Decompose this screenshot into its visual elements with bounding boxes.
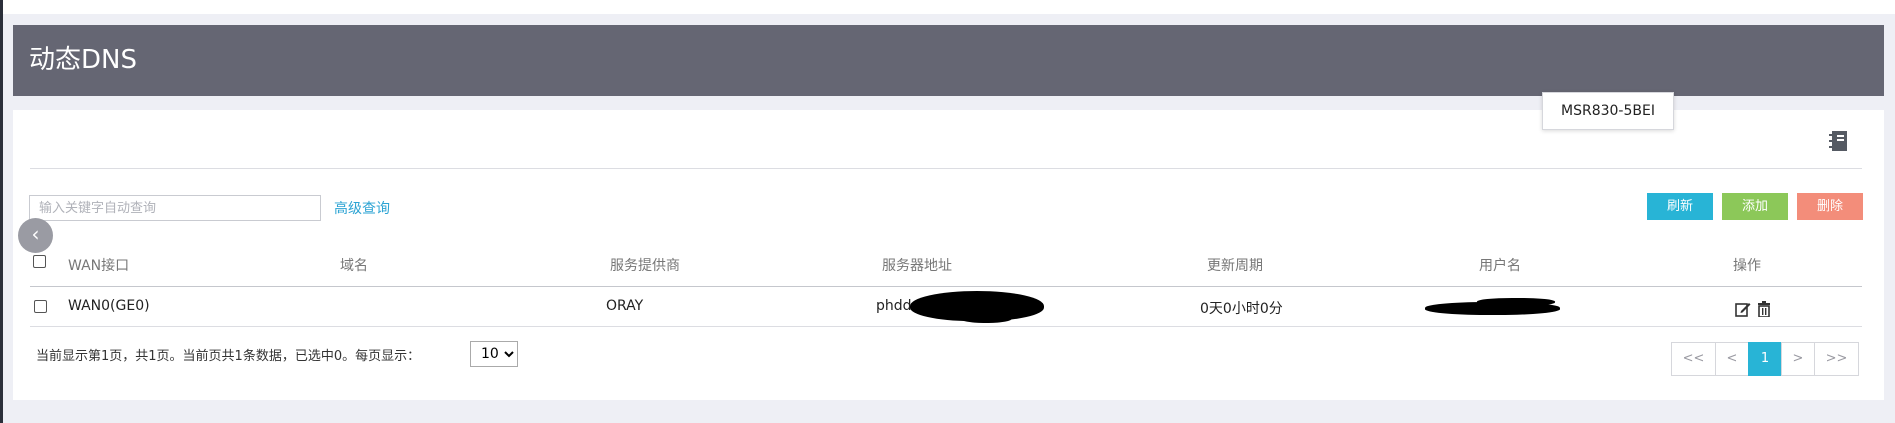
table-header-divider xyxy=(30,286,1862,287)
row-checkbox[interactable] xyxy=(34,300,47,313)
page-title: 动态DNS xyxy=(29,45,137,75)
table-row-divider xyxy=(30,326,1862,327)
search-input[interactable] xyxy=(29,195,321,221)
toolbar-divider xyxy=(30,168,1862,169)
last-page-button[interactable]: >> xyxy=(1814,342,1859,376)
page-size-select[interactable]: 10 xyxy=(470,341,518,367)
refresh-button[interactable]: 刷新 xyxy=(1647,193,1713,220)
column-header-period: 更新周期 xyxy=(1207,258,1263,274)
chevron-left-icon: ‹ xyxy=(31,222,40,246)
page-header: 动态DNS xyxy=(13,25,1884,96)
device-tooltip: MSR830-5BEI xyxy=(1542,92,1674,130)
advanced-search-link[interactable]: 高级查询 xyxy=(334,198,390,218)
column-header-wan: WAN接口 xyxy=(68,258,130,274)
next-page-button[interactable]: > xyxy=(1781,342,1815,376)
cell-period: 0天0小时0分 xyxy=(1200,301,1283,317)
delete-button[interactable]: 删除 xyxy=(1797,193,1863,220)
column-header-actions: 操作 xyxy=(1733,258,1761,274)
column-header-provider: 服务提供商 xyxy=(610,258,680,274)
select-all-checkbox[interactable] xyxy=(33,255,46,268)
first-page-button[interactable]: << xyxy=(1671,342,1716,376)
column-header-domain: 域名 xyxy=(340,258,368,274)
pagination: << < 1 > >> xyxy=(1671,342,1859,376)
left-edge xyxy=(0,0,3,423)
pagination-summary: 当前显示第1页，共1页。当前页共1条数据，已选中0。每页显示： xyxy=(36,349,421,364)
bottom-strip xyxy=(3,409,1895,423)
edit-icon[interactable] xyxy=(1735,301,1751,317)
top-strip xyxy=(3,0,1895,14)
cell-provider: ORAY xyxy=(606,298,644,314)
column-header-username: 用户名 xyxy=(1479,258,1521,274)
current-page-button[interactable]: 1 xyxy=(1748,342,1782,376)
redaction-mark xyxy=(960,313,1012,323)
cell-server: phdd xyxy=(876,298,912,314)
notebook-icon[interactable] xyxy=(1829,131,1847,151)
prev-page-button[interactable]: < xyxy=(1715,342,1749,376)
column-header-server: 服务器地址 xyxy=(882,258,952,274)
collapse-sidebar-button[interactable]: ‹ xyxy=(18,218,53,253)
redaction-mark xyxy=(1477,298,1555,306)
add-button[interactable]: 添加 xyxy=(1722,193,1788,220)
trash-icon[interactable] xyxy=(1756,301,1772,317)
cell-wan: WAN0(GE0) xyxy=(68,298,150,314)
